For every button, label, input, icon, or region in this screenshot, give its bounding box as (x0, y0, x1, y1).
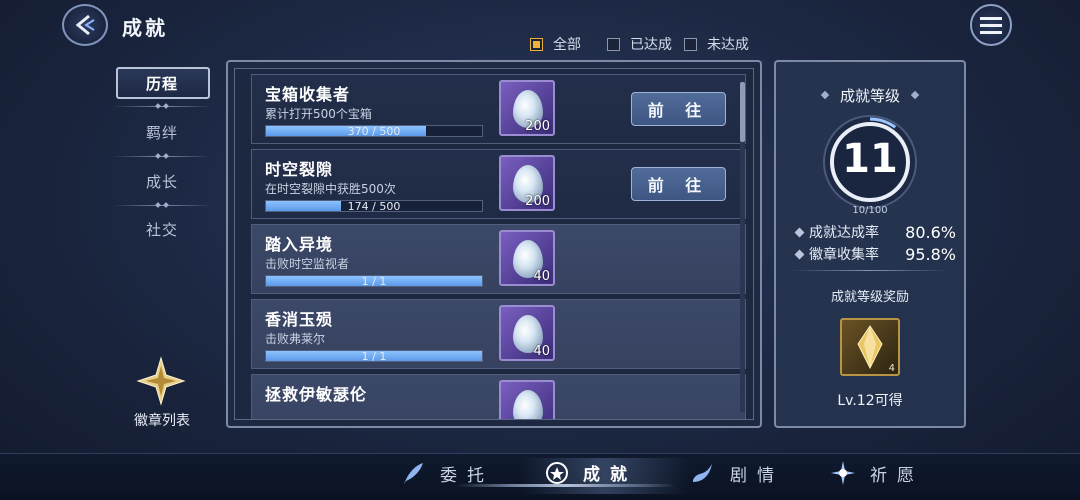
filter-all[interactable]: 全部 (530, 34, 581, 54)
completion-rate-label: 成就达成率 (809, 225, 879, 241)
level-progress-text: 10/100 (852, 205, 888, 216)
page-title: 成就 (122, 16, 168, 40)
progress-bar: 1 / 1 (265, 350, 483, 363)
diamond-bullet-icon (794, 249, 805, 259)
tab-achievement-label: 成就 (583, 465, 637, 485)
filter-incomplete-checkbox[interactable] (684, 37, 697, 51)
level-reward-note: Lv.12可得 (837, 393, 903, 409)
progress-text: 174 / 500 (347, 200, 401, 213)
nav-divider (112, 106, 212, 107)
diamond-bullet-icon (794, 227, 805, 237)
achievement-desc: 累计打开500个宝箱 (265, 107, 372, 121)
filter-incomplete-label: 未达成 (707, 37, 749, 53)
reward-item[interactable]: 200 (499, 80, 555, 136)
achievement-title: 香消玉殒 (265, 310, 334, 329)
menu-button[interactable] (970, 4, 1012, 46)
nav-item-growth[interactable]: 成长 (110, 164, 214, 198)
level-number: 11 (842, 136, 898, 182)
reward-count: 200 (525, 119, 550, 134)
progress-bar: 1 / 1 (265, 275, 483, 288)
tab-wish-label: 祈愿 (870, 465, 924, 486)
reward-count: 200 (525, 194, 550, 209)
progress-bar: 174 / 500 (265, 200, 483, 213)
tab-commission[interactable]: 委托 (400, 460, 494, 486)
go-button[interactable]: 前 往 (631, 167, 726, 201)
achievement-list[interactable]: 宝箱收集者 累计打开500个宝箱 370 / 500 200 前 往 时空裂隙 … (234, 68, 754, 420)
nav-divider (112, 156, 212, 157)
level-reward-title: 成就等级奖励 (830, 290, 909, 305)
level-reward-item[interactable]: 4 (840, 318, 900, 376)
tab-story[interactable]: 剧情 (690, 460, 784, 486)
achievement-row: 时空裂隙 在时空裂隙中获胜500次 174 / 500 200 前 往 (251, 149, 746, 219)
reward-item[interactable]: 200 (499, 155, 555, 211)
badge-list-label[interactable]: 徽章列表 (120, 410, 204, 430)
wave-icon (693, 464, 712, 482)
achievement-desc: 在时空裂隙中获胜500次 (265, 182, 396, 196)
quill-icon (404, 463, 423, 484)
level-title: 成就等级 (839, 87, 900, 105)
achievement-row: 踏入异境 击败时空监视者 1 / 1 40 (251, 224, 746, 294)
achievement-title: 宝箱收集者 (265, 85, 351, 104)
nav-divider (112, 205, 212, 206)
reward-count: 40 (533, 344, 550, 359)
achievement-row: 拯救伊敏瑟伦 (251, 374, 746, 419)
achievement-title: 拯救伊敏瑟伦 (265, 385, 368, 404)
progress-bar: 370 / 500 (265, 125, 483, 138)
filter-incomplete[interactable]: 未达成 (684, 34, 749, 54)
filter-completed-checkbox[interactable] (607, 37, 620, 51)
nav-item-bond[interactable]: 羁绊 (110, 115, 214, 149)
nav-item-journey[interactable]: 历程 (110, 66, 214, 100)
achievement-desc: 击败弗莱尔 (265, 332, 326, 346)
filter-completed-label: 已达成 (630, 37, 672, 53)
reward-item[interactable]: 40 (499, 305, 555, 361)
badge-rate-label: 徽章收集率 (809, 247, 879, 263)
tab-achievement[interactable]: 成就 (545, 460, 637, 485)
badge-collection-rate: 徽章收集率 95.8% (794, 244, 956, 264)
back-button[interactable] (62, 4, 108, 46)
crystal-gem-icon (513, 390, 543, 419)
medal-icon (546, 461, 568, 484)
reward-count: 40 (533, 269, 550, 284)
progress-text: 370 / 500 (347, 125, 401, 138)
achievement-title: 踏入异境 (265, 235, 334, 254)
tab-commission-label: 委托 (440, 465, 494, 486)
badge-rate-value: 95.8% (905, 244, 956, 264)
back-arrow-icon (75, 14, 95, 36)
completion-rate: 成就达成率 80.6% (794, 222, 956, 242)
progress-text: 1 / 1 (361, 275, 387, 288)
filter-all-label: 全部 (553, 37, 581, 53)
achievement-row: 宝箱收集者 累计打开500个宝箱 370 / 500 200 前 往 (251, 74, 746, 144)
scrollbar-thumb[interactable] (740, 82, 745, 142)
progress-text: 1 / 1 (361, 350, 387, 363)
achievement-desc: 击败时空监视者 (265, 257, 350, 271)
hamburger-menu-icon (980, 17, 1002, 34)
reward-item[interactable] (499, 380, 555, 419)
reward-item[interactable]: 40 (499, 230, 555, 286)
reward-count: 4 (888, 363, 895, 374)
badge-star-icon[interactable] (136, 356, 186, 406)
achievement-title: 时空裂隙 (265, 160, 334, 179)
panel-divider (790, 270, 950, 271)
tab-wish[interactable]: 祈愿 (830, 460, 924, 486)
go-button[interactable]: 前 往 (631, 92, 726, 126)
completion-rate-value: 80.6% (905, 222, 956, 242)
tab-story-label: 剧情 (730, 465, 784, 486)
achievement-row: 香消玉殒 击败弗莱尔 1 / 1 40 (251, 299, 746, 369)
sparkle-star-icon (831, 461, 855, 485)
nav-item-social[interactable]: 社交 (110, 212, 214, 246)
filter-completed[interactable]: 已达成 (607, 34, 672, 54)
filter-all-checkbox[interactable] (530, 37, 543, 51)
